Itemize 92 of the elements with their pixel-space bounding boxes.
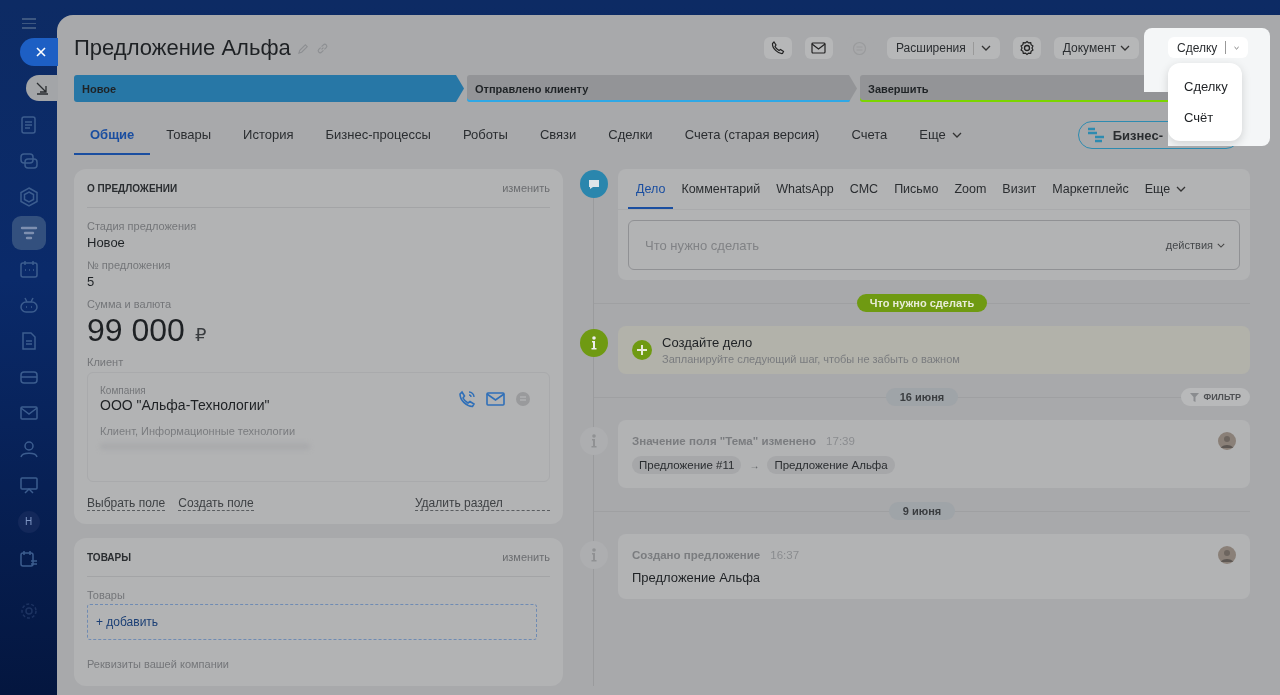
stage-step[interactable]: Отправлено клиенту xyxy=(467,75,857,102)
field-label: Стадия предложения xyxy=(87,220,198,232)
user-avatar[interactable]: Н xyxy=(17,510,40,533)
activity-tab[interactable]: WhatsApp xyxy=(768,169,842,209)
todo-badge: Что нужно сделать xyxy=(856,294,988,312)
chat-icon[interactable] xyxy=(18,150,39,171)
close-icon[interactable] xyxy=(34,45,47,58)
create-button[interactable]: Сделку xyxy=(1168,37,1248,58)
activity-tab[interactable]: Маркетплейс xyxy=(1044,169,1137,209)
caret-icon[interactable] xyxy=(1120,45,1130,51)
tab[interactable]: Общие xyxy=(74,115,151,155)
document-icon[interactable] xyxy=(18,114,39,135)
event-title: Значение поля "Тема" изменено xyxy=(632,435,817,447)
field-label: Компания xyxy=(100,385,147,396)
activity-tab[interactable]: СМС xyxy=(841,169,887,209)
stage-step[interactable]: Новое xyxy=(74,75,464,102)
people-icon[interactable] xyxy=(18,438,39,459)
tab[interactable]: Связи xyxy=(523,115,593,155)
activity-tab[interactable]: Комментарий xyxy=(673,169,769,209)
caret-icon[interactable] xyxy=(951,132,962,138)
field-value: 5 xyxy=(87,274,96,289)
actions-dropdown[interactable]: действия xyxy=(1165,239,1225,251)
user-avatar[interactable] xyxy=(1218,546,1236,564)
tab[interactable]: Счета (старая версия) xyxy=(668,115,836,155)
caret-icon[interactable] xyxy=(1217,242,1225,248)
board-icon[interactable] xyxy=(18,474,39,495)
tab[interactable]: Товары xyxy=(150,115,228,155)
field-value: Новое xyxy=(87,235,126,250)
filter-button[interactable]: ФИЛЬТР xyxy=(1181,388,1250,406)
activity-tab[interactable]: Zoom xyxy=(946,169,995,209)
funnel-icon[interactable] xyxy=(11,215,46,250)
activity-tab[interactable]: Визит xyxy=(994,169,1045,209)
user-avatar[interactable] xyxy=(1218,432,1236,450)
call-button[interactable] xyxy=(763,37,792,59)
tab[interactable]: Сделки xyxy=(592,115,669,155)
tab[interactable]: Бизнес-процессы xyxy=(309,115,447,155)
calendar-list-icon[interactable] xyxy=(18,548,39,569)
tab[interactable]: Счета xyxy=(835,115,904,155)
arrow-icon[interactable] xyxy=(34,80,49,95)
menu-icon[interactable] xyxy=(21,18,36,29)
link-icon[interactable] xyxy=(315,41,329,55)
caret-icon[interactable] xyxy=(980,45,991,51)
pencil-icon[interactable] xyxy=(296,41,310,55)
old-value-chip: Предложение #11 xyxy=(632,456,742,474)
extensions-button[interactable]: Расширения xyxy=(886,37,1000,59)
field-link[interactable]: Выбрать поле xyxy=(87,496,166,511)
calendar-icon[interactable] xyxy=(18,258,39,279)
plus-icon[interactable] xyxy=(632,340,652,360)
date-badge: 9 июня xyxy=(888,502,956,520)
client-details: Клиент, Информационные технологии xyxy=(100,425,297,437)
arrow: → xyxy=(749,459,760,471)
process-icon[interactable] xyxy=(1086,127,1105,143)
more-tab[interactable]: Еще xyxy=(903,115,978,155)
amount: 99 000 xyxy=(87,313,185,347)
activity-tab[interactable]: Дело xyxy=(628,169,674,209)
section-title: О ПРЕДЛОЖЕНИИ xyxy=(87,182,178,194)
filter-icon[interactable] xyxy=(1190,392,1200,402)
tab[interactable]: Роботы xyxy=(446,115,524,155)
comment-icon xyxy=(580,170,608,198)
activity-tab[interactable]: Письмо xyxy=(886,169,947,209)
close-button[interactable] xyxy=(19,37,58,66)
delete-section-link[interactable]: Удалить раздел xyxy=(414,496,550,511)
phone-icon[interactable] xyxy=(770,41,785,55)
company-name[interactable]: ООО "Альфа-Технологии" xyxy=(100,397,270,413)
field-label: Сумма и валюта xyxy=(87,298,173,310)
collapse-button[interactable] xyxy=(25,74,58,101)
field-link[interactable]: Создать поле xyxy=(178,496,254,511)
chat-icon[interactable] xyxy=(515,391,531,407)
tab[interactable]: История xyxy=(227,115,310,155)
field-label: Клиент xyxy=(87,356,125,368)
page-title: Предложение Альфа xyxy=(74,35,291,61)
client-card[interactable]: Компания ООО "Альфа-Технологии" Клиент, Информационные технологии xyxy=(87,372,550,482)
info-icon xyxy=(580,329,608,357)
event-title: Создано предложение xyxy=(632,549,761,561)
field-label: Реквизиты вашей компании xyxy=(87,658,230,670)
date-badge: 16 июня xyxy=(885,388,959,406)
more-tab[interactable]: Еще xyxy=(1136,169,1195,209)
document-button[interactable]: Документ xyxy=(1053,37,1139,59)
create-task-title: Создайте дело xyxy=(662,335,754,350)
field-label: Товары xyxy=(87,589,126,601)
add-product-button[interactable]: + добавить xyxy=(87,604,537,640)
new-value-chip: Предложение Альфа xyxy=(767,456,895,474)
hexagon-icon[interactable] xyxy=(18,186,39,207)
settings-icon[interactable] xyxy=(1018,40,1035,56)
mail-icon[interactable] xyxy=(811,42,827,54)
currency-sign: ₽ xyxy=(194,324,207,346)
event-text: Предложение Альфа xyxy=(632,570,762,585)
field-label: № предложения xyxy=(87,259,172,271)
section-title: ТОВАРЫ xyxy=(87,551,132,563)
email-button[interactable] xyxy=(804,37,833,59)
settings-button[interactable] xyxy=(1012,37,1041,59)
caret-icon[interactable] xyxy=(1176,186,1187,192)
